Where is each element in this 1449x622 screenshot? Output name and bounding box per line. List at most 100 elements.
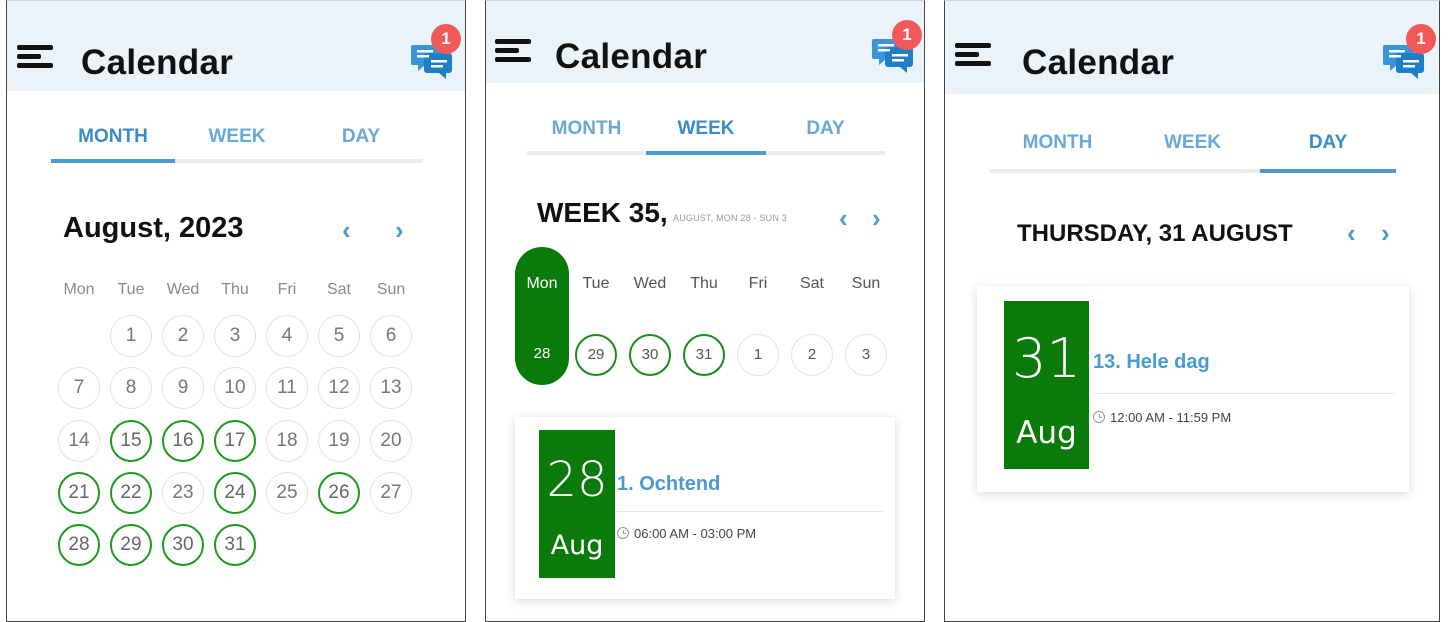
prev-month-button[interactable]: ‹ xyxy=(342,217,351,243)
tab-day[interactable]: DAY xyxy=(766,118,885,140)
weekday-label: Wed xyxy=(166,281,200,298)
event-date-block: 31 Aug xyxy=(1004,301,1089,469)
next-month-button[interactable]: › xyxy=(395,217,404,243)
week-weekday-label: Sat xyxy=(799,275,824,292)
app-header: Calendar 1 xyxy=(486,1,924,83)
tab-active-indicator xyxy=(1260,169,1396,173)
day-title: THURSDAY, 31 AUGUST xyxy=(1017,220,1293,247)
app-header: Calendar 1 xyxy=(7,1,465,91)
prev-week-button[interactable]: ‹ xyxy=(839,205,848,231)
event-title[interactable]: 1. Ochtend xyxy=(617,473,720,496)
calendar-day[interactable]: 12 xyxy=(318,367,360,409)
week-day[interactable]: 2 xyxy=(791,334,833,376)
calendar-day[interactable]: 10 xyxy=(214,367,256,409)
app-title: Calendar xyxy=(1022,43,1175,82)
week-day-with-event[interactable]: 29 xyxy=(575,334,617,376)
calendar-day[interactable]: 23 xyxy=(162,472,204,514)
event-month: Aug xyxy=(1016,415,1077,451)
weekday-label: Fri xyxy=(277,281,297,298)
app-title: Calendar xyxy=(81,43,234,82)
calendar-day-with-event[interactable]: 31 xyxy=(214,524,256,566)
calendar-day[interactable]: 18 xyxy=(266,420,308,462)
prev-day-button[interactable]: ‹ xyxy=(1347,220,1356,246)
event-card[interactable]: 28 Aug 1. Ochtend 06:00 AM - 03:00 PM xyxy=(515,417,895,599)
tab-day[interactable]: DAY xyxy=(1260,132,1396,154)
tab-day[interactable]: DAY xyxy=(299,126,423,148)
calendar-day[interactable]: 9 xyxy=(162,367,204,409)
tab-week[interactable]: WEEK xyxy=(646,118,766,140)
weekday-label: Mon xyxy=(63,281,95,298)
week-view-panel: Calendar 1 MONTH WEEK DAY WEEK 35, AUGUS… xyxy=(485,0,925,622)
calendar-day-with-event[interactable]: 30 xyxy=(162,524,204,566)
calendar-day[interactable]: 13 xyxy=(370,367,412,409)
week-weekday-label: Tue xyxy=(582,275,610,292)
app-header: Calendar 1 xyxy=(945,1,1439,94)
event-date-block: 28 Aug xyxy=(539,430,615,578)
notification-badge: 1 xyxy=(1406,24,1436,54)
weekday-label: Sun xyxy=(376,281,406,298)
menu-icon[interactable] xyxy=(495,39,531,62)
week-day-selected[interactable]: 28 xyxy=(521,334,563,376)
event-title[interactable]: 13. Hele dag xyxy=(1093,351,1210,374)
event-month: Aug xyxy=(550,530,604,561)
calendar-day[interactable]: 1 xyxy=(110,315,152,357)
menu-icon[interactable] xyxy=(17,45,53,68)
calendar-day-with-event[interactable]: 29 xyxy=(110,524,152,566)
week-day-with-event[interactable]: 30 xyxy=(629,334,671,376)
week-weekday-label: Sun xyxy=(851,275,881,292)
calendar-day[interactable]: 25 xyxy=(266,472,308,514)
notification-badge: 1 xyxy=(892,20,922,50)
week-title: WEEK 35, xyxy=(537,197,668,228)
calendar-day-with-event[interactable]: 22 xyxy=(110,472,152,514)
calendar-day[interactable]: 27 xyxy=(370,472,412,514)
calendar-day[interactable]: 8 xyxy=(110,367,152,409)
calendar-day[interactable]: 11 xyxy=(266,367,308,409)
event-day-number: 31 xyxy=(1012,327,1081,390)
clock-icon xyxy=(617,527,629,539)
clock-icon xyxy=(1093,411,1105,423)
tab-active-indicator xyxy=(646,151,766,155)
week-day-with-event[interactable]: 31 xyxy=(683,334,725,376)
event-day-number: 28 xyxy=(546,452,608,508)
calendar-day[interactable]: 3 xyxy=(214,315,256,357)
tab-month[interactable]: MONTH xyxy=(990,132,1125,154)
menu-icon[interactable] xyxy=(955,43,991,66)
event-time: 06:00 AM - 03:00 PM xyxy=(617,526,756,541)
calendar-day[interactable]: 2 xyxy=(162,315,204,357)
week-weekday-label: Mon xyxy=(526,275,558,292)
calendar-day-with-event[interactable]: 21 xyxy=(58,472,100,514)
calendar-day[interactable]: 6 xyxy=(370,315,412,357)
week-weekday-label: Wed xyxy=(633,275,667,292)
calendar-day-with-event[interactable]: 15 xyxy=(110,420,152,462)
calendar-day-with-event[interactable]: 17 xyxy=(214,420,256,462)
weekday-label: Thu xyxy=(221,281,249,298)
calendar-day[interactable]: 7 xyxy=(58,367,100,409)
calendar-day[interactable]: 4 xyxy=(266,315,308,357)
tab-month[interactable]: MONTH xyxy=(527,118,646,140)
tab-active-indicator xyxy=(51,159,175,163)
event-time-text: 06:00 AM - 03:00 PM xyxy=(634,526,757,541)
week-weekday-label: Fri xyxy=(748,275,768,292)
weekday-label: Tue xyxy=(117,281,145,298)
calendar-day-with-event[interactable]: 28 xyxy=(58,524,100,566)
week-day[interactable]: 1 xyxy=(737,334,779,376)
calendar-day[interactable]: 5 xyxy=(318,315,360,357)
week-day[interactable]: 3 xyxy=(845,334,887,376)
tab-month[interactable]: MONTH xyxy=(51,126,175,148)
next-day-button[interactable]: › xyxy=(1381,220,1390,246)
event-time: 12:00 AM - 11:59 PM xyxy=(1093,410,1231,425)
calendar-day[interactable]: 20 xyxy=(370,420,412,462)
tab-week[interactable]: WEEK xyxy=(175,126,299,148)
calendar-day[interactable]: 14 xyxy=(58,420,100,462)
calendar-day-with-event[interactable]: 16 xyxy=(162,420,204,462)
app-title: Calendar xyxy=(555,37,708,76)
week-weekday-label: Thu xyxy=(690,275,718,292)
calendar-day[interactable]: 19 xyxy=(318,420,360,462)
week-range: AUGUST, MON 28 - SUN 3 xyxy=(673,213,787,223)
month-view-panel: Calendar 1 MONTH WEEK DAY August, 2023 ‹… xyxy=(6,0,466,622)
calendar-day-with-event[interactable]: 24 xyxy=(214,472,256,514)
tab-week[interactable]: WEEK xyxy=(1125,132,1260,154)
calendar-day-with-event[interactable]: 26 xyxy=(318,472,360,514)
event-card[interactable]: 31 Aug 13. Hele dag 12:00 AM - 11:59 PM xyxy=(977,286,1409,492)
next-week-button[interactable]: › xyxy=(872,205,881,231)
